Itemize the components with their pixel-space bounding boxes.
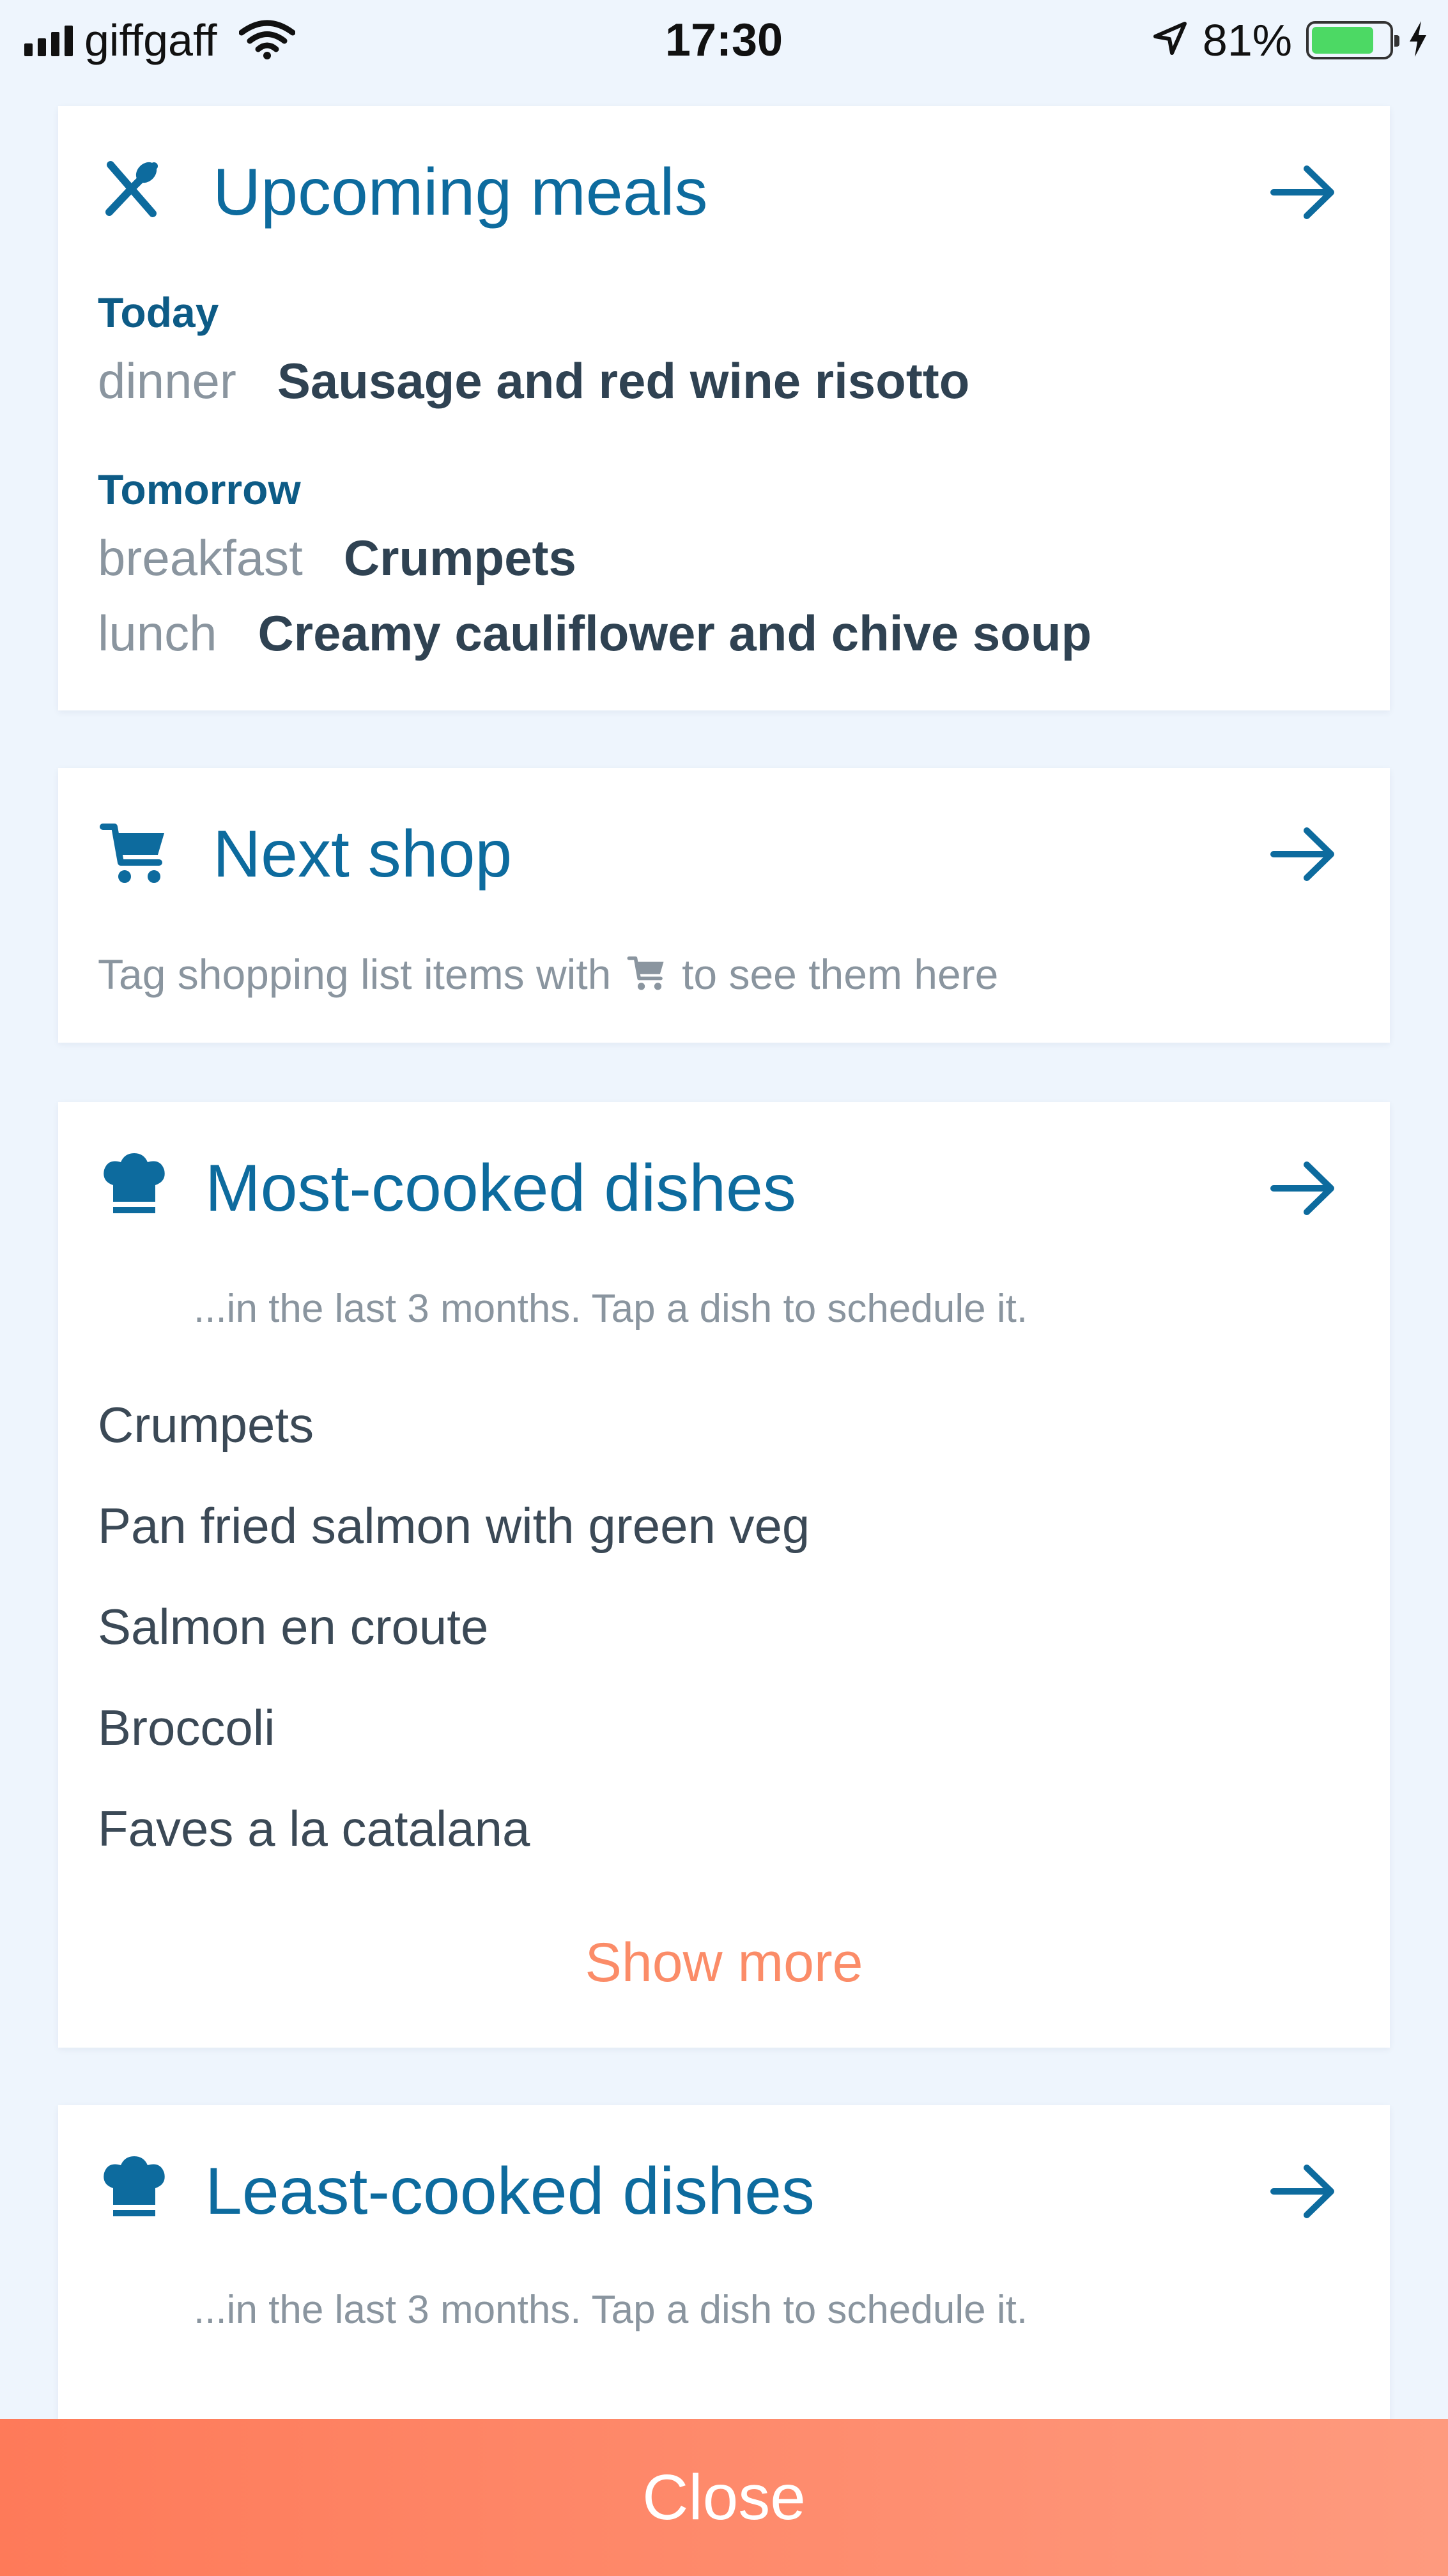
status-bar: giffgaff 17:30 81%	[0, 0, 1448, 83]
dish-item[interactable]: Crumpets	[98, 1396, 314, 1454]
status-bar-right: 81%	[1150, 12, 1429, 69]
next-shop-card[interactable]: Next shop Tag shopping list items with t…	[58, 768, 1390, 1043]
arrow-right-icon[interactable]	[1268, 819, 1339, 889]
hint-text-before: Tag shopping list items with	[98, 951, 612, 998]
upcoming-meals-title: Upcoming meals	[213, 155, 708, 229]
dish-item[interactable]: Broccoli	[98, 1699, 275, 1757]
meal-type: breakfast	[98, 530, 303, 586]
close-button[interactable]: Close	[0, 2419, 1448, 2576]
battery-icon	[1306, 21, 1399, 59]
meal-dish: Crumpets	[343, 530, 576, 586]
meal-type: lunch	[98, 605, 217, 661]
next-shop-header[interactable]: Next shop	[58, 813, 1390, 896]
arrow-right-icon[interactable]	[1268, 1153, 1339, 1223]
next-shop-hint: Tag shopping list items with to see them…	[98, 950, 998, 999]
charging-bolt-icon	[1407, 20, 1429, 61]
shopping-cart-icon	[99, 818, 164, 888]
dish-item[interactable]: Faves a la catalana	[98, 1800, 530, 1858]
most-cooked-header[interactable]: Most-cooked dishes	[58, 1147, 1390, 1230]
meal-row-today-0[interactable]: dinner Sausage and red wine risotto	[98, 352, 969, 410]
show-more-button[interactable]: Show more	[58, 1931, 1390, 1995]
next-shop-title: Next shop	[213, 817, 512, 891]
today-label: Today	[98, 289, 219, 336]
arrow-right-icon[interactable]	[1268, 2156, 1339, 2227]
least-cooked-title: Least-cooked dishes	[205, 2154, 815, 2228]
meal-dish: Creamy cauliflower and chive soup	[258, 605, 1092, 661]
meal-dish: Sausage and red wine risotto	[277, 353, 970, 409]
chef-hat-icon	[99, 1152, 165, 1222]
battery-percent: 81%	[1202, 15, 1292, 65]
meal-type: dinner	[98, 353, 236, 409]
fork-knife-icon	[99, 157, 163, 227]
arrow-right-icon[interactable]	[1268, 157, 1339, 227]
chef-hat-icon	[99, 2155, 165, 2225]
least-cooked-header[interactable]: Least-cooked dishes	[58, 2150, 1390, 2233]
tomorrow-label: Tomorrow	[98, 466, 301, 513]
battery-level	[1312, 27, 1373, 54]
meal-row-tomorrow-0[interactable]: breakfast Crumpets	[98, 529, 576, 587]
meal-row-tomorrow-1[interactable]: lunch Creamy cauliflower and chive soup	[98, 604, 1091, 663]
most-cooked-subtitle: ...in the last 3 months. Tap a dish to s…	[194, 1287, 1028, 1331]
hint-text-after: to see them here	[682, 951, 999, 998]
dish-item[interactable]: Pan fried salmon with green veg	[98, 1497, 810, 1555]
most-cooked-card[interactable]: Most-cooked dishes ...in the last 3 mont…	[58, 1102, 1390, 2048]
least-cooked-subtitle: ...in the last 3 months. Tap a dish to s…	[194, 2288, 1028, 2332]
most-cooked-title: Most-cooked dishes	[205, 1151, 796, 1225]
upcoming-meals-card[interactable]: Upcoming meals Today dinner Sausage and r…	[58, 106, 1390, 710]
location-arrow-icon	[1150, 20, 1189, 61]
shopping-cart-icon	[627, 953, 666, 993]
upcoming-meals-header[interactable]: Upcoming meals	[58, 151, 1390, 234]
dish-item[interactable]: Salmon en croute	[98, 1598, 488, 1656]
